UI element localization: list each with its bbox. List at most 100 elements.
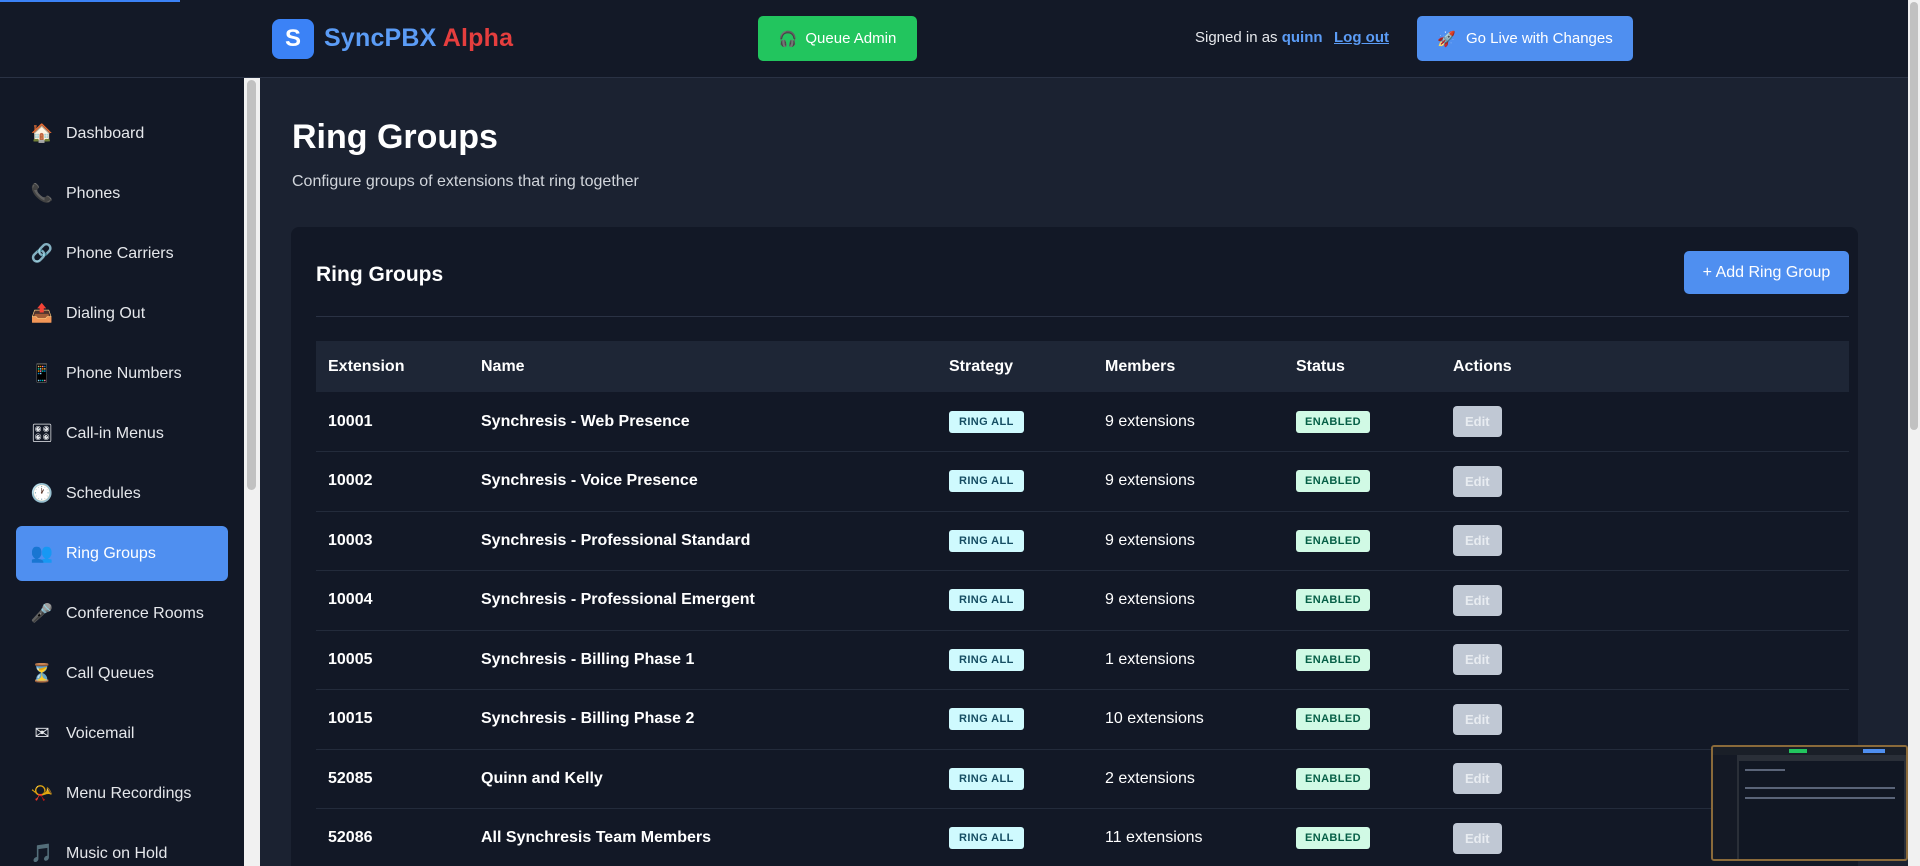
column-header-status[interactable]: Status [1284,341,1441,392]
table-row: 10002 Synchresis - Voice Presence RING ALL… [316,452,1849,512]
table-cell-members: 1 extensions [1093,630,1284,690]
sidebar-item-dialing-out[interactable]: 📤 Dialing Out [16,286,228,341]
call-in-menus-icon: 🎛 [30,423,54,443]
preview-line [1745,769,1785,771]
table-cell-extension: 10001 [316,392,469,452]
app-logo-icon[interactable]: S [272,19,314,59]
phone-carriers-icon: 🔗 [30,243,54,263]
cell-members: 9 extensions [1105,531,1195,549]
sidebar-item-label: Call-in Menus [66,424,164,442]
preview-main [1739,761,1904,859]
cell-name: Synchresis - Billing Phase 1 [481,650,695,668]
sidebar-item-phone-numbers[interactable]: 📱 Phone Numbers [16,346,228,401]
preview-line [1745,787,1895,789]
sidebar: 🏠 Dashboard 📞 Phones 🔗 Phone Carriers 📤 Dialing… [0,78,244,866]
table-row: 10003 Synchresis - Professional Standard R… [316,511,1849,571]
table-row: 52085 Quinn and Kelly RING ALL 2 extensions… [316,749,1849,809]
brand-name: SyncPBX [324,24,437,52]
conference-rooms-icon: 🎤 [30,603,54,623]
column-header-strategy[interactable]: Strategy [937,341,1093,392]
dialing-out-icon: 📤 [30,303,54,323]
table-cell-strategy: RING ALL [937,511,1093,571]
strategy-badge: RING ALL [949,529,1024,552]
sidebar-item-schedules[interactable]: 🕐 Schedules [16,466,228,521]
sidebar-item-call-queues[interactable]: ⏳ Call Queues [16,646,228,701]
sidebar-item-phones[interactable]: 📞 Phones [16,166,228,221]
sidebar-item-conference-rooms[interactable]: 🎤 Conference Rooms [16,586,228,641]
queue-admin-label: Queue Admin [805,30,897,47]
signed-in-prefix: Signed in as [1195,29,1278,46]
sidebar-item-call-in-menus[interactable]: 🎛 Call-in Menus [16,406,228,461]
table-cell-action: Edit [1441,452,1849,512]
table-cell-extension: 10015 [316,690,469,750]
cell-name: Synchresis - Voice Presence [481,472,698,490]
logout-link[interactable]: Log out [1334,29,1389,46]
table-cell-strategy: RING ALL [937,749,1093,809]
table-cell-name: All Synchresis Team Members [469,809,937,866]
cell-extension: 10001 [328,412,373,430]
page-scrollbar-thumb[interactable] [1910,2,1918,430]
card-title: Ring Groups [316,263,444,286]
page-scrollbar[interactable] [1908,0,1920,866]
table-cell-extension: 10003 [316,511,469,571]
sidebar-item-label: Music on Hold [66,844,168,862]
edit-button[interactable]: Edit [1453,703,1502,735]
sidebar-item-music-on-hold[interactable]: 🎵 Music on Hold [16,826,228,866]
sidebar-item-label: Menu Recordings [66,784,192,802]
sidebar-item-menu-recordings[interactable]: 📯 Menu Recordings [16,766,228,821]
edit-button[interactable]: Edit [1453,525,1502,557]
edit-button[interactable]: Edit [1453,465,1502,497]
table-row: 52086 All Synchresis Team Members RING ALL… [316,809,1849,866]
brand-title[interactable]: SyncPBX Alpha [324,24,513,53]
cell-extension: 10015 [328,710,373,728]
table-cell-action: Edit [1441,630,1849,690]
table-cell-members: 9 extensions [1093,392,1284,452]
preview-blue-button [1863,749,1885,753]
table-cell-name: Synchresis - Web Presence [469,392,937,452]
table-cell-status: ENABLED [1284,690,1441,750]
cell-extension: 52086 [328,829,373,847]
column-header-actions: Actions [1453,357,1512,375]
table-row: 10015 Synchresis - Billing Phase 2 RING AL… [316,690,1849,750]
edit-button[interactable]: Edit [1453,584,1502,616]
screenshot-preview-thumbnail[interactable] [1711,745,1908,861]
sidebar-item-dashboard[interactable]: 🏠 Dashboard [16,106,228,161]
queue-admin-button[interactable]: 🎧 Queue Admin [758,16,917,61]
table-cell-extension: 52086 [316,809,469,866]
table-cell-status: ENABLED [1284,511,1441,571]
edit-button[interactable]: Edit [1453,644,1502,676]
sidebar-scrollbar[interactable] [244,78,260,866]
sidebar-item-label: Schedules [66,484,141,502]
sidebar-item-phone-carriers[interactable]: 🔗 Phone Carriers [16,226,228,281]
go-live-label: Go Live with Changes [1465,30,1613,47]
sidebar-item-label: Phone Carriers [66,244,174,262]
cell-members: 1 extensions [1105,650,1195,668]
sidebar-item-voicemail[interactable]: ✉ Voicemail [16,706,228,761]
top-bar: S SyncPBX Alpha 🎧 Queue Admin Signed in … [0,0,1908,78]
cell-extension: 10005 [328,650,373,668]
add-ring-group-button[interactable]: + Add Ring Group [1684,251,1849,294]
table-cell-members: 9 extensions [1093,571,1284,631]
column-header-members[interactable]: Members [1093,341,1284,392]
loading-progress-bar [0,0,180,2]
cell-members: 9 extensions [1105,472,1195,490]
column-header-extension[interactable]: Extension [316,341,469,392]
table-body: 10001 Synchresis - Web Presence RING ALL 9 … [316,392,1849,866]
table-cell-extension: 10004 [316,571,469,631]
go-live-button[interactable]: 🚀 Go Live with Changes [1417,16,1633,61]
status-badge: ENABLED [1296,648,1370,671]
table-cell-members: 2 extensions [1093,749,1284,809]
table-cell-status: ENABLED [1284,452,1441,512]
strategy-badge: RING ALL [949,648,1024,671]
table-header-row: Extension Name Strategy Members Status A… [316,341,1849,392]
sidebar-item-ring-groups[interactable]: 👥 Ring Groups [16,526,228,581]
strategy-badge: RING ALL [949,767,1024,790]
divider [316,316,1849,317]
table-cell-members: 9 extensions [1093,452,1284,512]
edit-button[interactable]: Edit [1453,406,1502,437]
edit-button[interactable]: Edit [1453,822,1502,854]
column-header-name[interactable]: Name [469,341,937,392]
sidebar-scrollbar-thumb[interactable] [247,80,256,490]
ring-groups-table: Extension Name Strategy Members Status A… [316,341,1849,866]
edit-button[interactable]: Edit [1453,763,1502,795]
